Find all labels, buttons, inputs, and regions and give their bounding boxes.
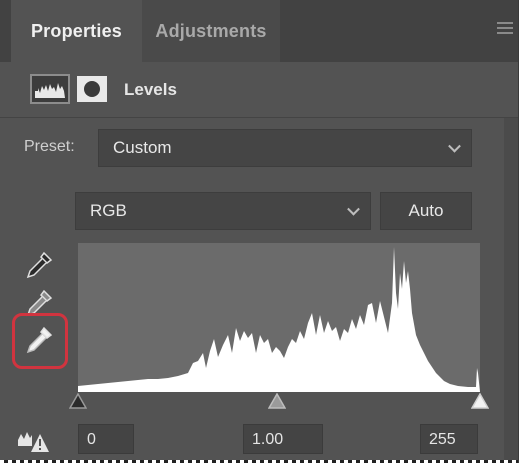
midtone-slider-handle[interactable] [268,393,286,409]
chevron-down-icon [448,139,461,153]
preset-value: Custom [113,138,172,157]
chevron-down-icon [347,202,360,216]
gamma-input-field[interactable]: 1.00 [243,424,323,454]
adjustment-title: Levels [124,80,177,99]
preset-label: Preset: [24,138,75,155]
adjustment-header: Levels [0,62,518,118]
layer-mask-icon[interactable] [77,76,107,102]
white-point-slider-handle[interactable] [471,393,489,409]
channel-value: RGB [90,201,127,220]
black-point-slider-handle[interactable] [69,393,87,409]
levels-histogram-icon[interactable] [30,74,70,104]
tab-properties[interactable]: Properties [11,0,142,62]
panel-scrollbar[interactable] [504,118,518,463]
auto-button[interactable]: Auto [380,192,472,230]
white-point-eyedropper-icon[interactable] [22,323,56,357]
channel-dropdown[interactable]: RGB [75,192,371,230]
panel-menu-icon[interactable] [497,22,513,34]
histogram-graph [78,247,480,392]
clipping-warning-icon[interactable] [16,426,52,456]
properties-panel: Properties Adjustments Levels Preset: Cu… [0,0,519,463]
tab-adjustments[interactable]: Adjustments [142,0,280,62]
levels-histogram [78,243,480,392]
white-input-field[interactable]: 255 [420,424,478,454]
black-input-field[interactable]: 0 [78,424,134,454]
panel-tab-bar: Properties Adjustments [0,0,518,62]
black-point-eyedropper-icon[interactable] [22,248,56,282]
preset-dropdown[interactable]: Custom [98,129,472,167]
